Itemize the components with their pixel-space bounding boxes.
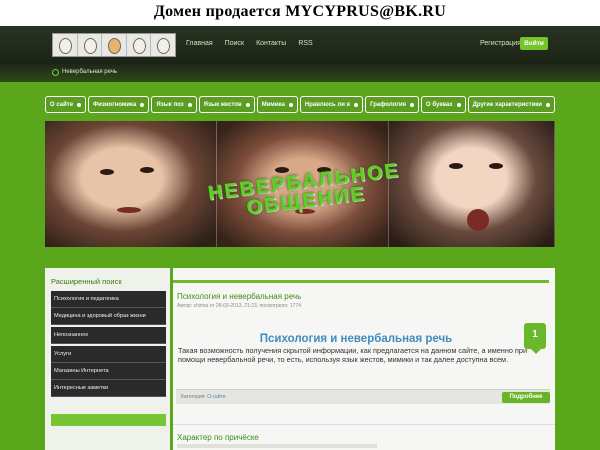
sidebar: Расширенный поиск Психология и педагогик… (45, 268, 170, 450)
sidebar-green-bar (51, 414, 166, 426)
breadcrumb-bullet-icon (52, 69, 59, 76)
bullet-icon (288, 102, 293, 107)
category-graphology[interactable]: Графология (365, 96, 420, 113)
post-meta: Автор: chirina от 28-03-2013, 21:23, пос… (177, 303, 302, 309)
login-button[interactable]: Войти (520, 37, 548, 50)
register-link[interactable]: Регистрация (480, 40, 521, 47)
post-meta-2 (177, 444, 377, 448)
sidebar-item-unknown[interactable]: Непознанное (51, 327, 166, 344)
category-label: Категория: (181, 394, 206, 400)
category-letters[interactable]: О буквах (421, 96, 466, 113)
category-gestures[interactable]: Язык жестов (198, 96, 255, 113)
post-title-link-2[interactable]: Характер по причёске (177, 433, 259, 442)
hero-photo-1 (45, 121, 217, 247)
sidebar-item-notes[interactable]: Интересные заметки (51, 380, 166, 397)
main-content: Психология и невербальная речь Автор: ch… (173, 268, 555, 450)
logo-face-2 (78, 34, 103, 56)
breadcrumb-current: Невербальная речь (62, 69, 118, 75)
sidebar-menu: Психология и педагогика Медицина и здоро… (51, 291, 166, 397)
logo-face-5 (151, 34, 175, 56)
bullet-icon (456, 102, 461, 107)
breadcrumb: Невербальная речь (0, 64, 600, 82)
logo-face-3 (102, 34, 127, 56)
category-physiognomy[interactable]: Физиогномика (88, 96, 150, 113)
mouth-shape (467, 209, 489, 231)
post-heading: Психология и невербальная речь (259, 333, 453, 345)
site-logo[interactable] (52, 33, 176, 57)
category-mimics[interactable]: Мимика (256, 96, 298, 113)
nav-search[interactable]: Поиск (225, 40, 244, 47)
category-link[interactable]: О сайте (207, 394, 225, 400)
content-top-stripe (173, 280, 549, 283)
bullet-icon (545, 102, 550, 107)
nav-home[interactable]: Главная (186, 40, 213, 47)
logo-face-4 (127, 34, 152, 56)
advanced-search-link[interactable]: Расширенный поиск (45, 268, 170, 286)
bullet-icon (187, 102, 192, 107)
category-other[interactable]: Другие характеристики (467, 96, 555, 113)
eye-shape (489, 163, 503, 169)
nav-rss[interactable]: RSS (298, 40, 312, 47)
bullet-icon (354, 102, 359, 107)
eye-shape (140, 167, 154, 173)
domain-sale-banner: Домен продается MYCYPRUS@BK.RU (0, 0, 600, 26)
sidebar-item-medicine[interactable]: Медицина и здоровый образ жизни (51, 308, 166, 325)
post-divider (173, 424, 555, 425)
eye-shape (100, 169, 114, 175)
hero-banner: НЕВЕРБАЛЬНОЕ ОБЩЕНИЕ (45, 121, 555, 247)
category-about[interactable]: О сайте (45, 96, 87, 113)
post-body: Такая возможность получения скрытой инфо… (178, 346, 528, 365)
sidebar-item-services[interactable]: Услуги (51, 346, 166, 363)
category-nav: О сайте Физиогномика Язык поз Язык жесто… (45, 96, 555, 113)
post-category: Категория: О сайте (181, 394, 226, 400)
bullet-icon (410, 102, 415, 107)
logo-face-1 (53, 34, 78, 56)
bullet-icon (140, 102, 145, 107)
read-more-button[interactable]: Подробнее (502, 392, 550, 403)
post-title-link[interactable]: Психология и невербальная речь (177, 292, 301, 301)
nav-contacts[interactable]: Контакты (256, 40, 286, 47)
bullet-icon (77, 102, 82, 107)
sidebar-item-shops[interactable]: Магазины Интернета (51, 363, 166, 380)
site-header: Главная Поиск Контакты RSS Регистрация В… (0, 26, 600, 64)
category-do-i-like[interactable]: Нравлюсь ли я (299, 96, 364, 113)
category-body-language[interactable]: Язык поз (151, 96, 197, 113)
mouth-shape (117, 207, 141, 213)
post-footer: Категория: О сайте Подробнее (176, 389, 550, 404)
bullet-icon (245, 102, 250, 107)
sidebar-item-psychology[interactable]: Психология и педагогика (51, 291, 166, 308)
top-nav: Главная Поиск Контакты RSS (186, 40, 313, 47)
